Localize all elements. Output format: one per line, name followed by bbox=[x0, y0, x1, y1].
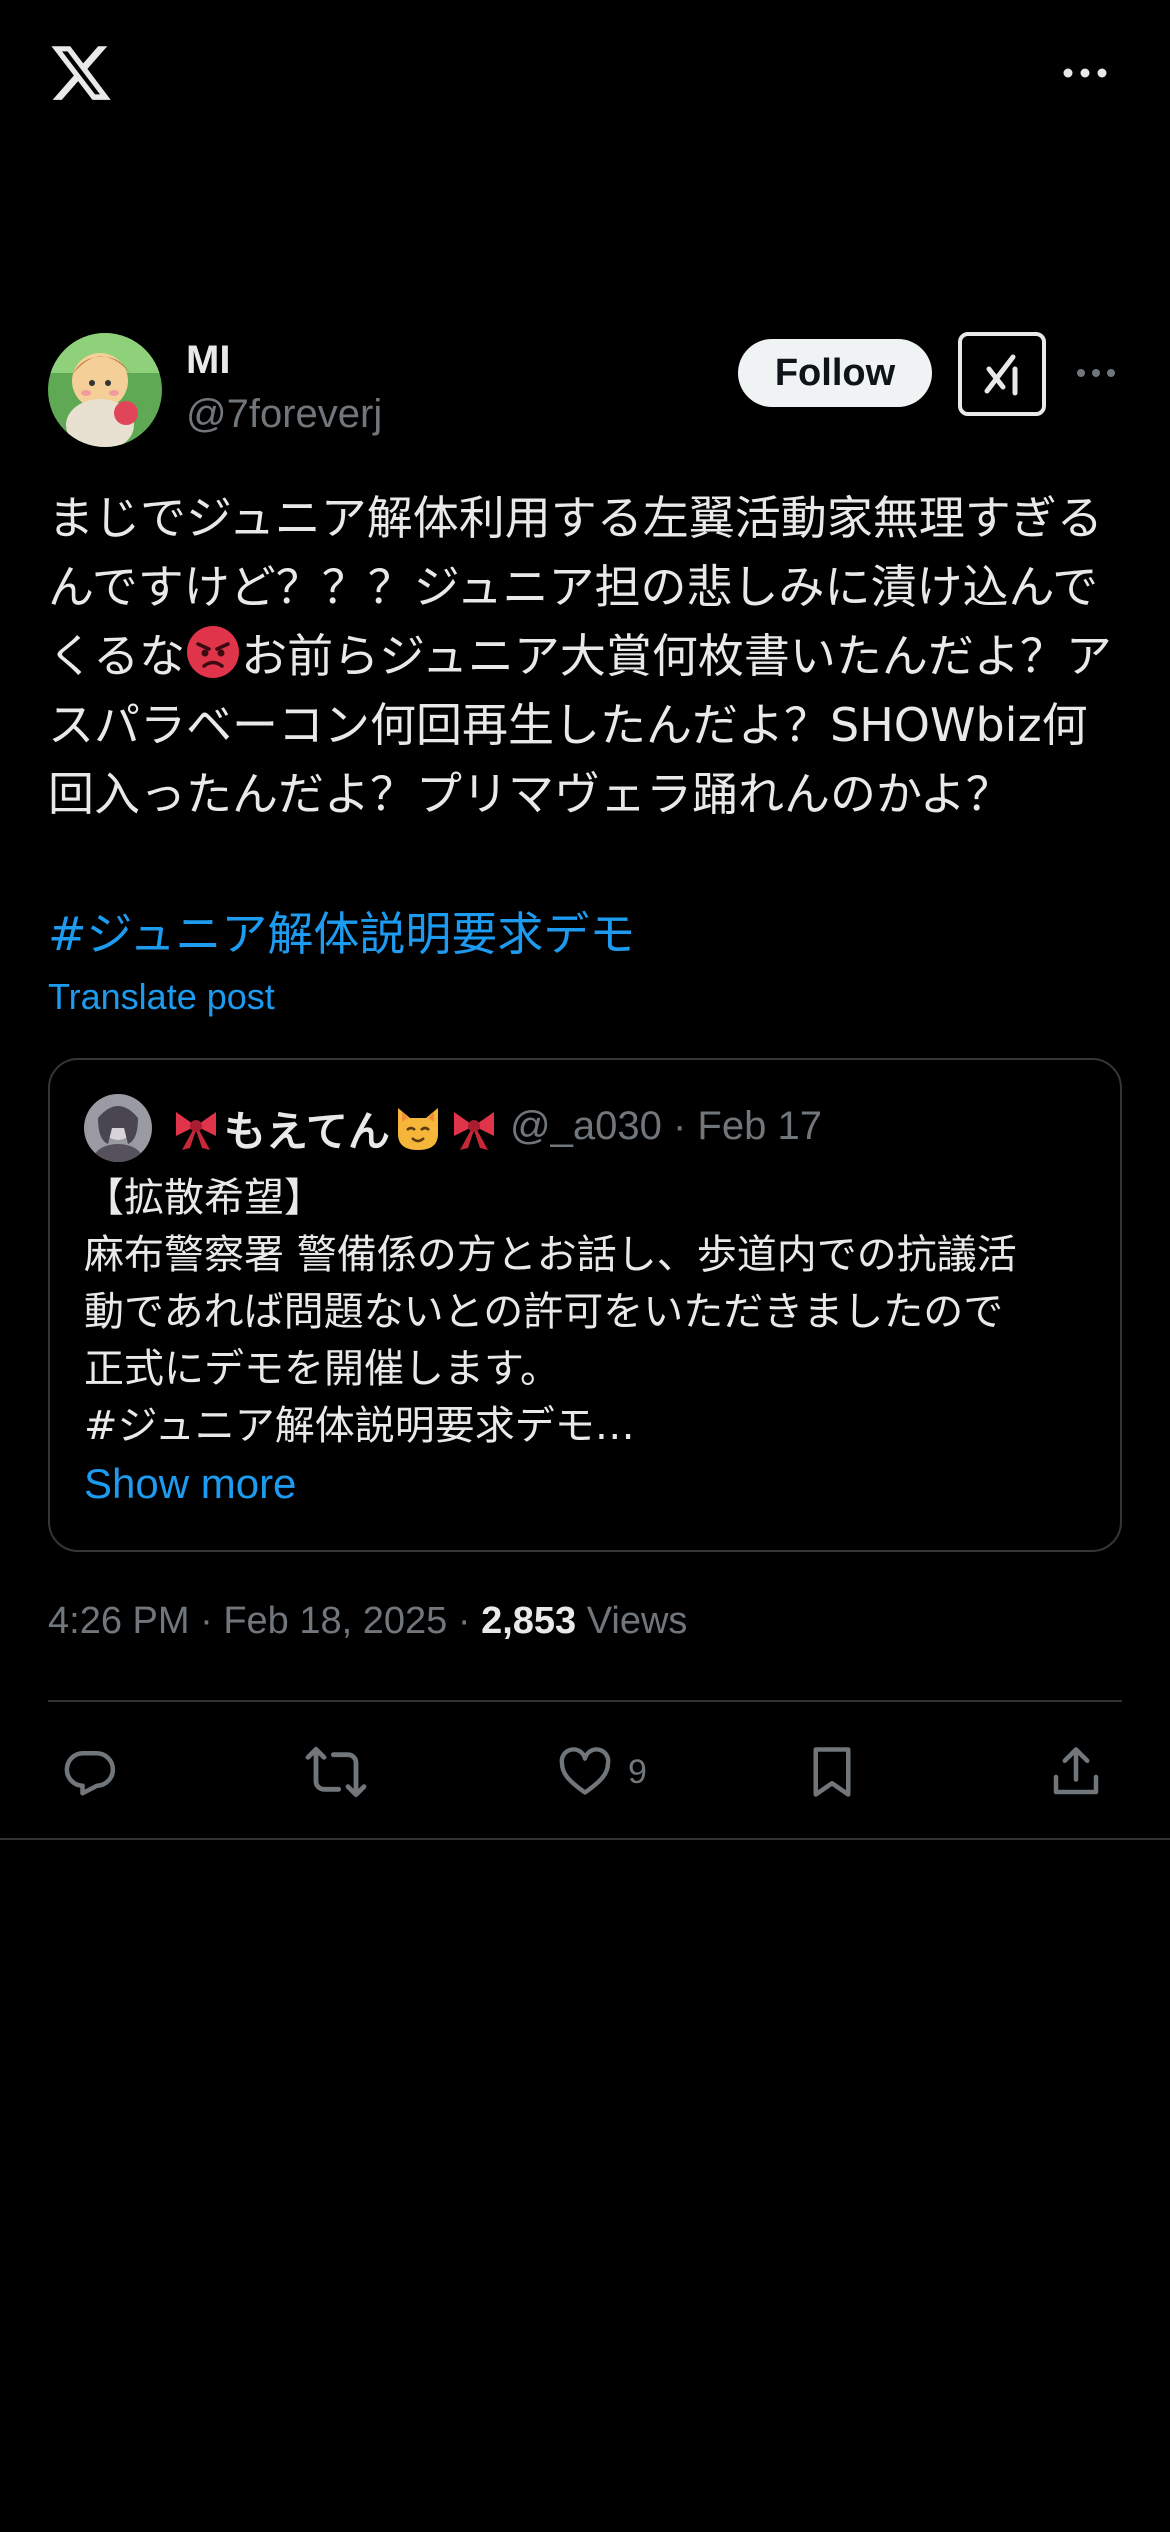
author-handle[interactable]: @7foreverj bbox=[186, 392, 382, 437]
repost-button[interactable] bbox=[304, 1740, 368, 1804]
author-name[interactable]: MI bbox=[186, 338, 230, 383]
post-time[interactable]: 4:26 PM bbox=[48, 1600, 190, 1642]
meta-separator: · bbox=[672, 1104, 698, 1148]
more-horizontal-icon[interactable] bbox=[1060, 58, 1110, 88]
reply-button[interactable] bbox=[60, 1740, 120, 1804]
follow-button[interactable]: Follow bbox=[738, 339, 932, 407]
divider bbox=[48, 1700, 1122, 1702]
post-meta-row: 4:26 PM · Feb 18, 2025 · 2,853 Views bbox=[48, 1600, 687, 1643]
top-bar bbox=[0, 0, 1170, 150]
divider bbox=[0, 1838, 1170, 1840]
show-more-link[interactable]: Show more bbox=[84, 1460, 296, 1508]
quoted-post-meta: @_a030 · Feb 17 bbox=[510, 1104, 822, 1149]
share-icon bbox=[1053, 1747, 1099, 1795]
meta-separator: · bbox=[200, 1600, 224, 1642]
x-logo-icon[interactable] bbox=[48, 40, 114, 106]
quoted-author-avatar[interactable] bbox=[84, 1094, 152, 1162]
meta-separator: · bbox=[457, 1600, 482, 1642]
views-count: 2,853 bbox=[481, 1600, 577, 1642]
quoted-text-line: #ジュニア解体説明要求デモ… bbox=[84, 1403, 635, 1449]
quoted-author-name[interactable]: もえてん bbox=[168, 1096, 502, 1160]
grok-icon bbox=[984, 354, 1018, 396]
quoted-text-line: 動であれば問題ないとの許可をいただきましたので bbox=[84, 1289, 1004, 1335]
reply-icon bbox=[64, 1750, 116, 1796]
post-more-icon[interactable] bbox=[1074, 360, 1118, 386]
bookmark-icon bbox=[813, 1747, 851, 1797]
ribbon-emoji-icon bbox=[453, 1112, 494, 1150]
cat-face-emoji-icon bbox=[397, 1108, 438, 1150]
quoted-post-card[interactable]: もえてん @_a030 · Feb 17 【拡散希望】 麻布警察署 警備係の方と… bbox=[48, 1058, 1122, 1552]
quoted-post-text: 【拡散希望】 麻布警察署 警備係の方とお話し、歩道内での抗議活 動であれば問題な… bbox=[84, 1170, 1084, 1455]
heart-icon bbox=[559, 1747, 611, 1795]
quoted-post-date[interactable]: Feb 17 bbox=[697, 1104, 822, 1148]
quoted-author-handle[interactable]: @_a030 bbox=[510, 1104, 662, 1148]
bookmark-button[interactable] bbox=[802, 1740, 862, 1804]
quoted-text-line: 正式にデモを開催します。 bbox=[84, 1346, 560, 1392]
action-bar: 9 bbox=[0, 1740, 1170, 1804]
hashtag-link[interactable]: #ジュニア解体説明要求デモ bbox=[48, 898, 635, 964]
quoted-author-name-text: もえてん bbox=[224, 1106, 390, 1156]
like-count: 9 bbox=[628, 1752, 647, 1791]
author-avatar[interactable] bbox=[48, 333, 162, 447]
quoted-text-line: 【拡散希望】 bbox=[84, 1175, 324, 1221]
quoted-text-line: 麻布警察署 警備係の方とお話し、歩道内での抗議活 bbox=[84, 1232, 1017, 1278]
angry-face-emoji-icon bbox=[187, 626, 240, 678]
share-button[interactable] bbox=[1046, 1740, 1106, 1804]
repost-icon bbox=[305, 1746, 367, 1798]
grok-button[interactable] bbox=[958, 332, 1046, 416]
post-text: まじでジュニア解体利用する左翼活動家無理すぎるんですけど？？？ジュニア担の悲しみ… bbox=[48, 484, 1128, 829]
views-label: Views bbox=[586, 1600, 688, 1642]
like-button[interactable]: 9 bbox=[556, 1740, 647, 1804]
ribbon-emoji-icon bbox=[176, 1112, 216, 1150]
translate-post-link[interactable]: Translate post bbox=[48, 976, 275, 1018]
post-date[interactable]: Feb 18, 2025 bbox=[223, 1600, 447, 1642]
